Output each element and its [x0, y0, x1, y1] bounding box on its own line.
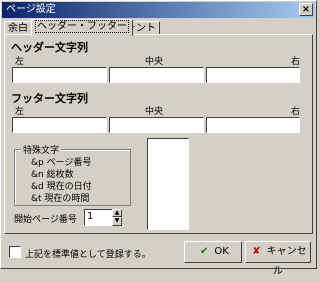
header-section-title: ヘッダー文字列 — [11, 41, 88, 54]
header-center-label: 中央 — [145, 57, 164, 67]
header-left-input[interactable] — [12, 67, 107, 83]
start-page-input[interactable]: 1 — [84, 209, 113, 226]
header-left-label: 左 — [15, 57, 25, 67]
start-page-label: 開始ページ番号 — [14, 215, 77, 225]
footer-right-label: 右 — [291, 107, 301, 117]
footer-right-input[interactable] — [206, 117, 300, 133]
start-page-spinner: ▲ ▼ — [112, 209, 122, 226]
footer-center-input[interactable] — [109, 117, 204, 133]
close-icon: × — [301, 4, 311, 15]
tab-margins[interactable]: 余白 — [4, 21, 32, 35]
special-char-item: &t 現在の時間 — [31, 191, 89, 204]
header-right-input[interactable] — [206, 67, 300, 83]
special-char-code: &t — [31, 194, 42, 204]
footer-center-label: 中央 — [145, 107, 164, 117]
spin-down-button[interactable]: ▼ — [112, 217, 122, 226]
spin-up-button[interactable]: ▲ — [112, 209, 122, 217]
chevron-up-icon: ▲ — [114, 209, 120, 216]
page-setup-dialog: ページ設定 × 余白 ヘッダー・フッター フォント ヘッダー文字列 左 中央 右… — [0, 0, 317, 277]
footer-left-label: 左 — [15, 107, 25, 117]
footer-left-input[interactable] — [12, 117, 107, 133]
tab-header-footer-label: ヘッダー・フッター — [35, 20, 129, 33]
special-chars-group: 特殊文字 &p ページ番号 &n 総枚数 &d 現在の日付 &t 現在の時間 — [14, 143, 131, 206]
ok-button[interactable]: ✔ OK — [184, 241, 242, 263]
cancel-button[interactable]: ✘ キャンセル — [245, 241, 311, 277]
tab-margins-label: 余白 — [8, 23, 28, 34]
set-default-checkbox[interactable] — [9, 246, 21, 258]
title-bar[interactable]: ページ設定 × — [2, 2, 315, 18]
ok-label: OK — [214, 246, 229, 257]
special-char-label: 現在の時間 — [44, 194, 90, 204]
check-icon: ✔ — [199, 246, 209, 257]
cancel-label: キャンセル — [266, 246, 307, 277]
preview-box — [147, 138, 189, 230]
window-title: ページ設定 — [6, 4, 56, 15]
header-center-input[interactable] — [109, 67, 204, 83]
chevron-down-icon: ▼ — [114, 217, 120, 224]
close-button[interactable]: × — [299, 3, 313, 16]
tab-header-footer[interactable]: ヘッダー・フッター — [31, 19, 133, 36]
set-default-label: 上記を標準値として登録する。 — [25, 250, 151, 260]
cross-icon: ✘ — [252, 246, 261, 257]
header-right-label: 右 — [291, 57, 301, 67]
